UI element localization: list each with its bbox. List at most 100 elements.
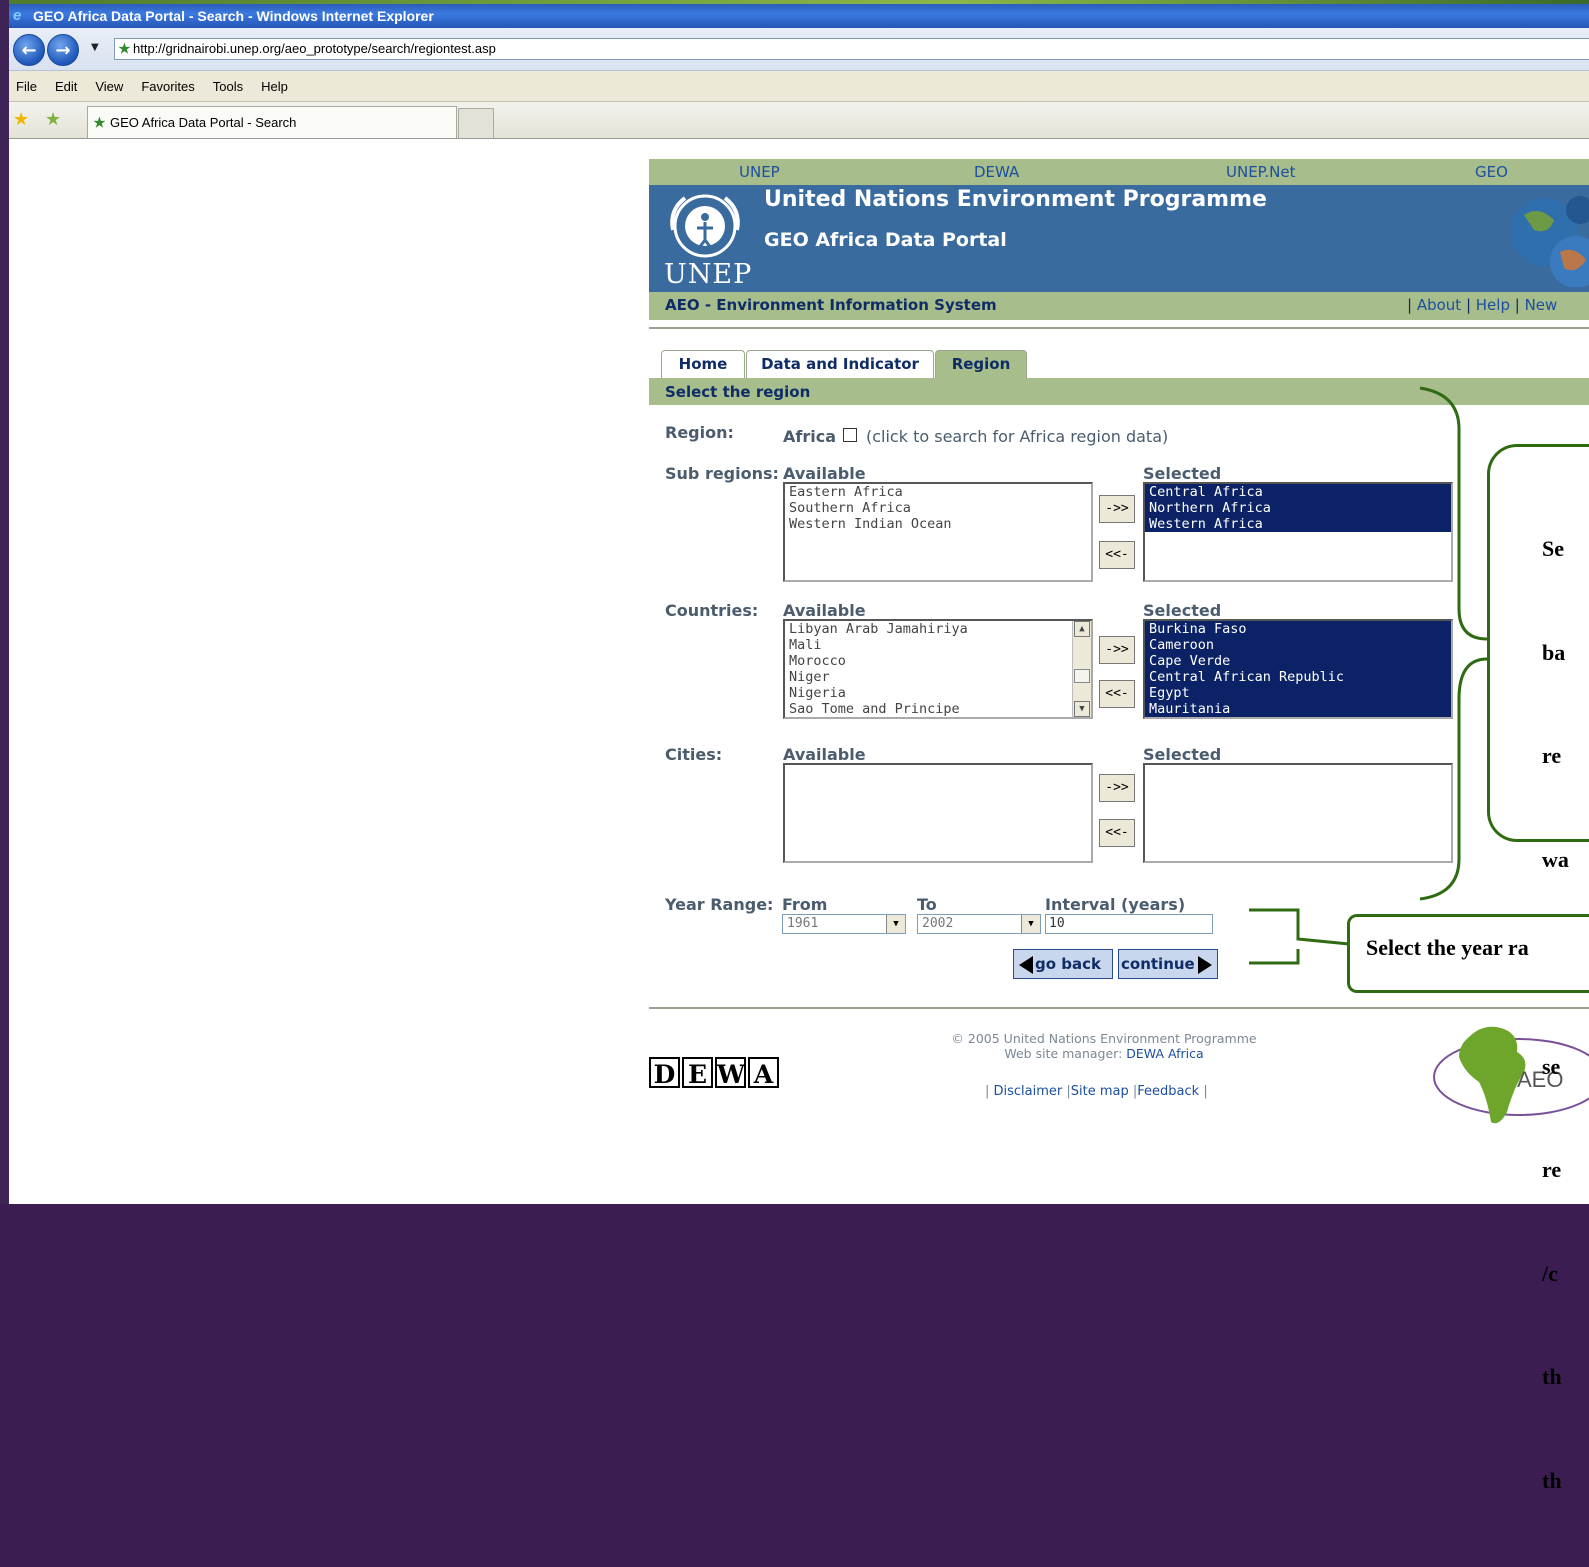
countries-scrollbar[interactable]: ▲ ▼ [1072,621,1091,717]
info-bar: AEO - Environment Information System | A… [649,292,1589,320]
browser-tab[interactable]: ✭ GEO Africa Data Portal - Search [87,106,457,138]
cities-remove-button[interactable]: <<- [1099,819,1135,847]
countries-label: Countries: [665,601,759,620]
footer-links: | Disclaimer |Site map |Feedback | [985,1084,1208,1099]
list-item[interactable]: Western Africa [1145,516,1451,532]
topnav-geo-link[interactable]: GEO [1475,163,1508,181]
africa-option-label: Africa [783,427,836,446]
copyright: © 2005 United Nations Environment Progra… [939,1031,1269,1061]
continue-button[interactable]: continue [1118,949,1218,979]
africa-hint: (click to search for Africa region data) [866,427,1169,446]
list-item[interactable]: Nigeria [785,685,1091,701]
list-item[interactable]: Central Africa [1145,484,1451,500]
help-link[interactable]: Help [1476,296,1510,314]
chevron-down-icon[interactable]: ▼ [1021,915,1040,933]
subregions-selected-list[interactable]: Central Africa Northern Africa Western A… [1143,482,1453,582]
topnav-dewa-link[interactable]: DEWA [974,163,1019,181]
browser-tab-bar: ★ ★ ✭ GEO Africa Data Portal - Search [9,102,1589,139]
callout-line: /c [1542,1260,1558,1286]
go-back-label: go back [1035,955,1101,973]
url-field[interactable]: ✭ http://gridnairobi.unep.org/aeo_prototy… [114,38,1589,60]
countries-available-list[interactable]: Libyan Arab Jamahiriya Mali Morocco Nige… [783,619,1093,719]
page-viewport: UNEP DEWA UNEP.Net GEO UNEP United Natio… [9,139,1589,1493]
tab-favicon-icon: ✭ [94,115,105,130]
dewa-letter: W [715,1057,746,1089]
list-item[interactable]: Burkina Faso [1145,621,1451,637]
subregions-remove-button[interactable]: <<- [1099,541,1135,569]
year-to-select[interactable]: 2002 ▼ [917,914,1041,934]
ie-icon: e [13,7,22,24]
menu-tools[interactable]: Tools [213,79,243,94]
year-from-select[interactable]: 1961 ▼ [782,914,906,934]
topnav-unepnet-link[interactable]: UNEP.Net [1226,163,1296,181]
list-item[interactable]: Southern Africa [785,500,1091,516]
scroll-thumb[interactable] [1074,669,1090,683]
dewa-africa-link[interactable]: DEWA Africa [1126,1046,1203,1061]
url-text: http://gridnairobi.unep.org/aeo_prototyp… [133,41,496,56]
list-item[interactable]: Niger [785,669,1091,685]
forward-arrow-icon[interactable]: → [47,34,79,66]
list-item[interactable]: Libyan Arab Jamahiriya [785,621,1091,637]
list-item[interactable]: Northern Africa [1145,500,1451,516]
list-item[interactable]: Cameroon [1145,637,1451,653]
subregions-available-list[interactable]: Eastern Africa Southern Africa Western I… [783,482,1093,582]
scroll-down-icon[interactable]: ▼ [1074,701,1090,717]
header-divider [649,327,1589,329]
new-tab-button[interactable] [458,108,494,138]
menu-file[interactable]: File [16,79,37,94]
countries-remove-button[interactable]: <<- [1099,680,1135,708]
interval-input[interactable]: 10 [1045,914,1213,934]
countries-add-button[interactable]: ->> [1099,636,1135,664]
list-item[interactable]: Eastern Africa [785,484,1091,500]
window-titlebar: e GEO Africa Data Portal - Search - Wind… [9,4,1589,28]
menu-edit[interactable]: Edit [55,79,77,94]
menu-help[interactable]: Help [261,79,288,94]
about-link[interactable]: About [1417,296,1461,314]
scroll-up-icon[interactable]: ▲ [1074,621,1090,637]
list-item[interactable]: Egypt [1145,685,1451,701]
list-item[interactable]: Central African Republic [1145,669,1451,685]
sitemap-link[interactable]: Site map [1071,1084,1129,1099]
utility-links: | About | Help | New [1407,296,1558,314]
cities-add-button[interactable]: ->> [1099,774,1135,802]
top-nav: UNEP DEWA UNEP.Net GEO [649,159,1589,185]
chevron-down-icon[interactable]: ▼ [886,915,905,933]
tab-data-and-indicator[interactable]: Data and Indicator [746,350,934,378]
banner-title: United Nations Environment Programme [764,187,1267,212]
tab-home[interactable]: Home [661,350,745,378]
section-header: Select the region [649,378,1589,405]
feedback-link[interactable]: Feedback [1137,1084,1199,1099]
year-from-value: 1961 [787,916,819,931]
manager-label: Web site manager: [1004,1046,1123,1061]
go-back-button[interactable]: go back [1013,949,1113,979]
manager-line: Web site manager: DEWA Africa [939,1046,1269,1061]
list-item[interactable]: Sao Tome and Principe [785,701,1091,717]
list-item[interactable]: Western Indian Ocean [785,516,1091,532]
topnav-unep-link[interactable]: UNEP [739,163,780,181]
year-callout-text: Select the year ra [1366,935,1529,960]
countries-available-header: Available [783,601,866,620]
subregions-add-button[interactable]: ->> [1099,495,1135,523]
callout-line: re [1542,743,1562,768]
list-item[interactable]: Mauritania [1145,701,1451,717]
menu-favorites[interactable]: Favorites [141,79,194,94]
favorites-star-icon[interactable]: ★ [13,109,29,130]
list-item[interactable]: Morocco [785,653,1091,669]
year-to-label: To [917,895,937,914]
cities-selected-list[interactable] [1143,763,1453,863]
countries-selected-list[interactable]: Burkina Faso Cameroon Cape Verde Central… [1143,619,1453,719]
add-favorites-star-icon[interactable]: ★ [45,109,61,130]
list-item[interactable]: Mali [785,637,1091,653]
tab-region[interactable]: Region [935,350,1027,378]
desktop-left-strip [0,0,9,1204]
new-link[interactable]: New [1525,296,1558,314]
region-callout: Se ba re wa yo se re /c th th [1487,444,1589,1493]
africa-checkbox[interactable] [843,428,857,442]
list-item[interactable]: Cape Verde [1145,653,1451,669]
menu-view[interactable]: View [95,79,123,94]
continue-label: continue [1121,955,1195,973]
history-dropdown-icon[interactable]: ▼ [91,42,99,53]
back-arrow-icon[interactable]: ← [13,34,45,66]
cities-available-list[interactable] [783,763,1093,863]
disclaimer-link[interactable]: Disclaimer [994,1084,1063,1099]
